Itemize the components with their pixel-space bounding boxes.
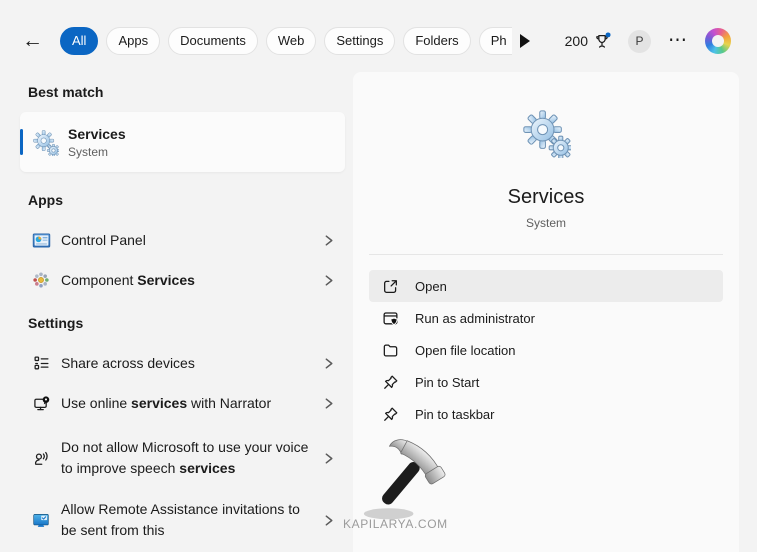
result-label: Use online services with Narrator bbox=[61, 393, 316, 414]
action-run-as-administrator[interactable]: Run as administrator bbox=[369, 302, 723, 334]
filter-tab-documents[interactable]: Documents bbox=[168, 27, 258, 55]
services-gears-icon bbox=[32, 129, 59, 156]
chevron-right-icon[interactable] bbox=[322, 274, 335, 287]
services-gears-icon-large bbox=[521, 108, 571, 158]
windows-search-window: ← All Apps Documents Web Settings Folder… bbox=[0, 0, 757, 552]
search-filter-bar: ← All Apps Documents Web Settings Folder… bbox=[0, 12, 757, 70]
result-label: Do not allow Microsoft to use your voice… bbox=[61, 437, 316, 479]
back-arrow-icon: ← bbox=[22, 29, 43, 52]
best-match-subtitle: System bbox=[68, 145, 126, 159]
filter-tabs: All Apps Documents Web Settings Folders … bbox=[60, 21, 512, 61]
selection-accent-bar bbox=[20, 129, 23, 155]
best-match-header: Best match bbox=[28, 84, 345, 100]
rewards-trophy-icon bbox=[593, 32, 611, 50]
avatar-letter: P bbox=[635, 34, 643, 48]
action-pin-to-start[interactable]: Pin to Start bbox=[369, 366, 723, 398]
topbar-right-cluster: 200 P ⋯ bbox=[565, 28, 731, 54]
filter-tab-web[interactable]: Web bbox=[266, 27, 317, 55]
action-label: Pin to Start bbox=[415, 375, 479, 390]
result-component-services[interactable]: Component Services bbox=[20, 260, 345, 300]
filter-tab-apps[interactable]: Apps bbox=[106, 27, 160, 55]
action-label: Pin to taskbar bbox=[415, 407, 495, 422]
copilot-icon[interactable] bbox=[705, 28, 731, 54]
remote-assistance-icon bbox=[30, 511, 52, 529]
chevron-right-icon[interactable] bbox=[322, 514, 335, 527]
best-match-text: Services System bbox=[68, 126, 126, 159]
pin-icon bbox=[382, 406, 399, 423]
user-avatar[interactable]: P bbox=[628, 30, 651, 53]
rewards-points: 200 bbox=[565, 33, 588, 49]
filter-tab-all[interactable]: All bbox=[60, 27, 98, 55]
result-control-panel[interactable]: Control Panel bbox=[20, 220, 345, 260]
result-share-across-devices[interactable]: Share across devices bbox=[20, 343, 345, 383]
result-label: Share across devices bbox=[61, 353, 316, 374]
pin-icon bbox=[382, 374, 399, 391]
action-label: Run as administrator bbox=[415, 311, 535, 326]
chevron-right-icon[interactable] bbox=[322, 234, 335, 247]
action-label: Open bbox=[415, 279, 447, 294]
result-speech-services-privacy[interactable]: Do not allow Microsoft to use your voice… bbox=[20, 429, 345, 487]
preview-panel: Services System Open bbox=[353, 72, 739, 552]
folder-icon bbox=[382, 342, 399, 359]
chevron-right-icon[interactable] bbox=[322, 397, 335, 410]
divider bbox=[369, 254, 723, 255]
action-open[interactable]: Open bbox=[369, 270, 723, 302]
result-label: Allow Remote Assistance invitations to b… bbox=[61, 499, 316, 541]
component-services-icon bbox=[30, 271, 52, 289]
action-open-file-location[interactable]: Open file location bbox=[369, 334, 723, 366]
filter-tab-settings[interactable]: Settings bbox=[324, 27, 395, 55]
best-match-title: Services bbox=[68, 126, 126, 142]
result-remote-assistance[interactable]: Allow Remote Assistance invitations to b… bbox=[20, 491, 345, 549]
result-label: Component Services bbox=[61, 270, 316, 291]
open-external-icon bbox=[382, 278, 399, 295]
more-filters-arrow-icon[interactable] bbox=[520, 34, 530, 48]
action-label: Open file location bbox=[415, 343, 515, 358]
result-narrator-online-services[interactable]: Use online services with Narrator bbox=[20, 383, 345, 423]
rewards-button[interactable]: 200 bbox=[565, 32, 611, 50]
watermark-text: KAPILARYA.COM bbox=[343, 517, 448, 531]
more-options-icon[interactable]: ⋯ bbox=[668, 36, 688, 46]
admin-shield-icon bbox=[382, 310, 399, 327]
preview-title: Services bbox=[353, 186, 739, 209]
preview-subtitle: System bbox=[353, 216, 739, 230]
best-match-result-services[interactable]: Services System bbox=[20, 112, 345, 172]
settings-header: Settings bbox=[28, 315, 345, 331]
result-label: Control Panel bbox=[61, 230, 316, 251]
action-pin-to-taskbar[interactable]: Pin to taskbar bbox=[369, 398, 723, 430]
voice-speech-icon bbox=[30, 450, 52, 467]
action-list: Open Run as administrator bbox=[369, 270, 723, 430]
hammer-logo bbox=[361, 434, 453, 522]
search-results-list: Best match Services System Apps bbox=[20, 76, 345, 549]
chevron-right-icon[interactable] bbox=[322, 452, 335, 465]
filter-tab-photos-clipped[interactable]: Ph bbox=[479, 27, 512, 55]
chevron-right-icon[interactable] bbox=[322, 357, 335, 370]
control-panel-icon bbox=[30, 231, 52, 250]
filter-tab-folders[interactable]: Folders bbox=[403, 27, 470, 55]
back-button[interactable]: ← bbox=[22, 28, 48, 54]
narrator-monitor-icon bbox=[30, 395, 52, 412]
checklist-icon bbox=[30, 355, 52, 372]
apps-header: Apps bbox=[28, 192, 345, 208]
